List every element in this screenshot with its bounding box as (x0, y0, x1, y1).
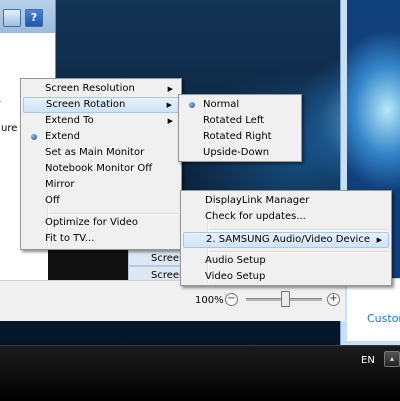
main-context-menu: Screen Resolution ▶ Screen Rotation ▶ Ex… (20, 78, 182, 250)
submenu-arrow-icon: ▶ (166, 101, 172, 109)
menu-item-label: Optimize for Video (45, 217, 138, 228)
menu-item-notebook-monitor-off[interactable]: Notebook Monitor Off (23, 161, 179, 177)
custom-link[interactable]: Custom (367, 312, 400, 325)
menu-item-mirror[interactable]: Mirror (23, 177, 179, 193)
submenu-arrow-icon: ▶ (376, 236, 382, 244)
menu-item-label: Rotated Right (203, 131, 272, 142)
menu-item-label: Mirror (45, 179, 75, 190)
menu-item-screen-rotation[interactable]: Screen Rotation ▶ (23, 97, 179, 113)
menu-item-video-setup[interactable]: Video Setup (183, 269, 389, 285)
menu-item-label: Video Setup (205, 271, 266, 282)
window-toolbar: ? (0, 0, 55, 33)
menu-item-label: Rotated Left (203, 115, 265, 126)
zoom-out-button[interactable]: − (225, 293, 238, 306)
menu-item-fit-to-tv[interactable]: Fit to TV... (23, 231, 179, 247)
submenu-arrow-icon: ▶ (167, 117, 173, 125)
menu-item-label: Check for updates... (205, 211, 306, 222)
language-indicator[interactable]: EN (361, 355, 375, 366)
taskbar (0, 345, 400, 401)
menu-item-off[interactable]: Off (23, 193, 179, 209)
menu-item-extend-to[interactable]: Extend To ▶ (23, 113, 179, 129)
screen-list-item[interactable]: Screen (128, 249, 185, 266)
help-button[interactable]: ? (25, 9, 43, 27)
menu-item-label: Set as Main Monitor (45, 147, 145, 158)
menu-item-label: Extend (45, 131, 80, 142)
menu-item-samsung-device[interactable]: 2. SAMSUNG Audio/Video Device ▶ (183, 232, 389, 248)
show-hidden-icons-button[interactable]: ▴ (384, 351, 400, 367)
menu-item-label: Screen Rotation (46, 99, 126, 110)
right-dialog (340, 0, 400, 345)
menu-item-label: Audio Setup (205, 255, 266, 266)
zoom-level: 100% (195, 295, 224, 306)
menu-item-label: Notebook Monitor Off (45, 163, 153, 174)
menu-item-screen-resolution[interactable]: Screen Resolution ▶ (23, 81, 179, 97)
displaylink-tray-menu: DisplayLink Manager Check for updates...… (180, 190, 392, 286)
menu-separator (209, 229, 388, 231)
menu-item-label: Off (45, 195, 60, 206)
menu-item-label: 2. SAMSUNG Audio/Video Device (206, 234, 370, 245)
menu-item-normal[interactable]: Normal (181, 97, 299, 113)
menu-item-extend[interactable]: Extend (23, 129, 179, 145)
radio-selected-icon (31, 134, 37, 140)
menu-item-optimize-video[interactable]: Optimize for Video (23, 215, 179, 231)
menu-item-label: Screen Resolution (45, 83, 135, 94)
ellipsis-marker: .. (0, 95, 3, 105)
toolbar-button[interactable] (3, 9, 21, 27)
menu-item-upside-down[interactable]: Upside-Down (181, 145, 299, 161)
menu-item-check-updates[interactable]: Check for updates... (183, 209, 389, 225)
radio-selected-icon (189, 102, 195, 108)
menu-item-label: Extend To (45, 115, 94, 126)
menu-item-displaylink-manager[interactable]: DisplayLink Manager (183, 193, 389, 209)
menu-item-rotated-right[interactable]: Rotated Right (181, 129, 299, 145)
rotation-submenu: Normal Rotated Left Rotated Right Upside… (178, 94, 302, 162)
menu-item-set-main-monitor[interactable]: Set as Main Monitor (23, 145, 179, 161)
zoom-slider-thumb[interactable] (280, 291, 290, 307)
submenu-arrow-icon: ▶ (167, 85, 173, 93)
menu-item-label: DisplayLink Manager (205, 195, 310, 206)
menu-item-rotated-left[interactable]: Rotated Left (181, 113, 299, 129)
menu-item-label: Upside-Down (203, 147, 270, 158)
partial-label: ure (1, 123, 18, 134)
menu-item-label: Fit to TV... (45, 233, 95, 244)
zoom-in-button[interactable]: + (327, 293, 340, 306)
dialog-body (347, 278, 400, 341)
menu-item-label: Normal (203, 99, 240, 110)
menu-item-audio-setup[interactable]: Audio Setup (183, 253, 389, 269)
